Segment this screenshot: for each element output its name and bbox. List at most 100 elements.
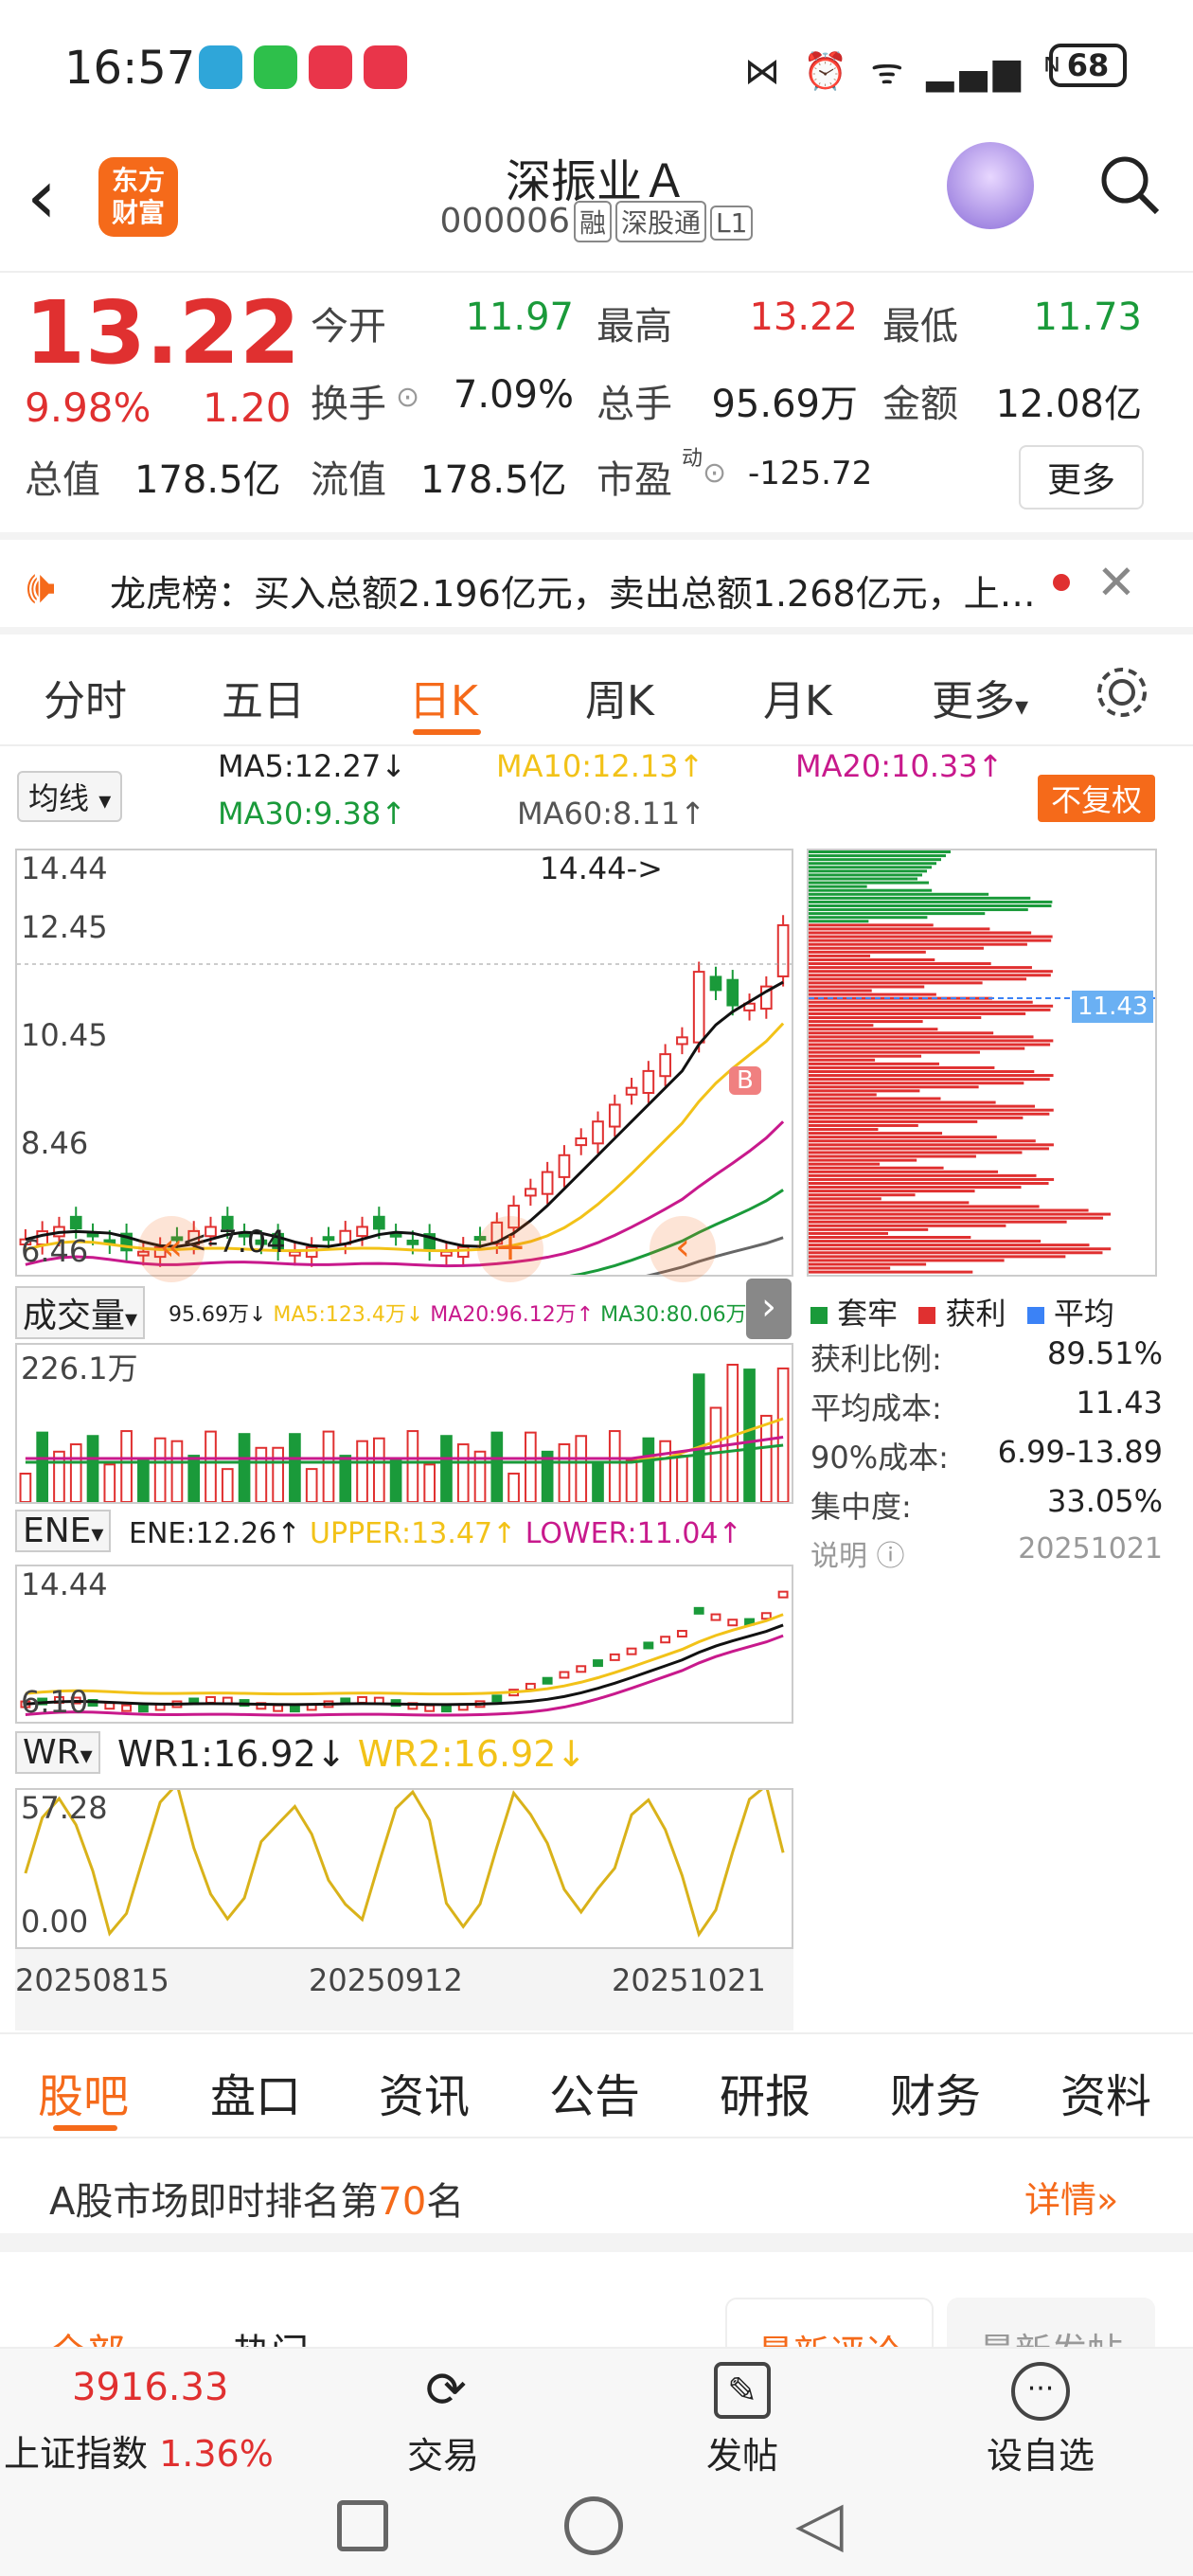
high-marker: 14.44-> bbox=[540, 850, 663, 886]
chip-bar bbox=[809, 1035, 1034, 1039]
settings-gear-icon[interactable] bbox=[1093, 663, 1151, 722]
candle-body bbox=[608, 1103, 621, 1128]
kline-chart[interactable]: 14.44 12.45 10.45 8.46 6.46 14.44-> <-7.… bbox=[15, 849, 793, 1302]
ma-selector[interactable]: 均线 ▾ bbox=[17, 771, 123, 822]
ene-candle bbox=[491, 1694, 503, 1703]
ene-candle bbox=[727, 1619, 739, 1627]
tab-intraday[interactable]: 分时 bbox=[44, 667, 127, 727]
post-button[interactable]: 发帖 bbox=[706, 2426, 778, 2478]
turnover-info-icon[interactable]: ⊙ bbox=[396, 381, 419, 414]
assistant-avatar[interactable] bbox=[947, 142, 1034, 229]
app-notify-icon bbox=[199, 45, 242, 89]
vol-ma20: MA20:96.12万↑ bbox=[430, 1303, 595, 1327]
tab-research[interactable]: 研报 bbox=[720, 2059, 810, 2125]
tab-more[interactable]: 更多▾ bbox=[932, 667, 1028, 727]
chip-bar bbox=[809, 970, 1053, 974]
more-button[interactable]: 更多 bbox=[1019, 445, 1145, 510]
tab-announcements[interactable]: 公告 bbox=[549, 2059, 640, 2125]
chip-bar bbox=[809, 1251, 1103, 1255]
sort-latest-comment[interactable]: 最新评论 bbox=[725, 2298, 934, 2349]
chip-distribution[interactable]: 11.43 bbox=[807, 849, 1157, 1277]
ma-selector-label: 均线 bbox=[28, 780, 90, 816]
stat-concentration-label: 集中度: bbox=[810, 1489, 912, 1525]
tab-orderbook[interactable]: 盘口 bbox=[210, 2059, 301, 2125]
home-icon[interactable] bbox=[564, 2496, 623, 2555]
tab-forum[interactable]: 股吧 bbox=[38, 2059, 129, 2125]
buy-signal-badge[interactable]: B bbox=[729, 1066, 761, 1095]
trade-button[interactable]: 交易 bbox=[407, 2426, 479, 2478]
tab-five-day[interactable]: 五日 bbox=[222, 667, 305, 727]
chip-bar bbox=[809, 1028, 938, 1031]
expand-arrow-icon[interactable]: › bbox=[746, 1279, 792, 1339]
volume-bar bbox=[238, 1433, 251, 1503]
ene-upper: UPPER:13.47↑ bbox=[310, 1517, 517, 1550]
subtab-hot[interactable]: 热门 bbox=[233, 2322, 309, 2349]
volume-selector-label: 成交量 bbox=[23, 1297, 126, 1335]
subtab-all[interactable]: 全部 bbox=[49, 2322, 125, 2349]
wr-chart[interactable]: 57.28 0.00 bbox=[15, 1780, 793, 1949]
ma20-text: MA20:10.33↑ bbox=[795, 748, 1004, 784]
ene-chart[interactable]: 14.44 6.10 bbox=[15, 1565, 793, 1724]
adjust-mode-button[interactable]: 不复权 bbox=[1038, 775, 1156, 822]
chip-bar bbox=[809, 1147, 1049, 1151]
rank-detail-link[interactable]: 详情» bbox=[1024, 2171, 1118, 2223]
profit-swatch bbox=[918, 1307, 936, 1324]
quote-label-1-0: 换手 bbox=[311, 383, 386, 426]
price-change: 1.20 bbox=[203, 385, 292, 431]
tab-profile[interactable]: 资料 bbox=[1060, 2059, 1151, 2125]
volume-bar bbox=[406, 1430, 419, 1503]
volume-chart[interactable]: 226.1万 bbox=[15, 1343, 793, 1504]
indicator-selector[interactable]: 成交量▾ bbox=[15, 1286, 146, 1339]
volume-bar bbox=[440, 1435, 453, 1503]
y-tick-2: 12.45 bbox=[21, 909, 108, 945]
close-icon[interactable]: ✕ bbox=[1096, 555, 1136, 610]
chip-bar bbox=[809, 1205, 1040, 1208]
chip-bar bbox=[809, 1104, 1036, 1108]
index-name: 上证指数 bbox=[4, 2433, 149, 2475]
volume-bar bbox=[170, 1440, 184, 1503]
stat-avg-cost-value: 11.43 bbox=[1076, 1385, 1163, 1421]
volume-y-top: 226.1万 bbox=[21, 1351, 138, 1386]
vol-ma5: MA5:123.4万↓ bbox=[273, 1303, 424, 1327]
y-tick-1: 14.44 bbox=[21, 850, 108, 886]
tab-daily-k[interactable]: 日K bbox=[409, 667, 478, 727]
chip-bar bbox=[809, 1065, 995, 1069]
tab-news[interactable]: 资讯 bbox=[379, 2059, 470, 2125]
caret-down-icon: ▾ bbox=[91, 1520, 104, 1548]
stat-explain[interactable]: 说明 ⓘ bbox=[810, 1532, 905, 1574]
wr-y-bottom: 0.00 bbox=[21, 1904, 89, 1940]
chip-bar bbox=[809, 1216, 1104, 1220]
tab-monthly-k[interactable]: 月K bbox=[763, 667, 832, 727]
prev-icon[interactable]: ‹ bbox=[650, 1216, 716, 1282]
edit-icon: ✎ bbox=[714, 2362, 771, 2419]
add-watchlist-button[interactable]: 设自选 bbox=[987, 2426, 1095, 2478]
info-icon[interactable]: ⊙ bbox=[703, 456, 726, 490]
chip-bar bbox=[809, 1000, 1033, 1004]
index-value[interactable]: 3916.33 bbox=[72, 2366, 228, 2409]
content-tabs: 股吧 盘口 资讯 公告 研报 财务 资料 bbox=[0, 2032, 1193, 2138]
wr-selector[interactable]: WR▾ bbox=[15, 1731, 100, 1774]
crosshair-icon[interactable]: + bbox=[477, 1216, 543, 1282]
tab-more-label: 更多 bbox=[932, 677, 1015, 725]
tab-financials[interactable]: 财务 bbox=[890, 2059, 981, 2125]
ene-candle bbox=[121, 1704, 133, 1712]
candle-body bbox=[726, 978, 739, 1007]
notice-bar[interactable]: 🕪 龙虎榜：买入总额2.196亿元，卖出总额1.268亿元，上… ✕ bbox=[0, 532, 1193, 635]
ma5-text: MA5:12.27↓ bbox=[218, 748, 407, 784]
index-row[interactable]: 上证指数 1.36% bbox=[4, 2424, 274, 2477]
back-nav-icon[interactable]: ◁ bbox=[795, 2487, 844, 2560]
rank-banner[interactable]: A股市场即时排名第70名 详情» bbox=[0, 2138, 1193, 2252]
quote-value-1-2: 12.08亿 bbox=[995, 383, 1142, 426]
total-cap-label: 总值 bbox=[25, 458, 100, 502]
recent-apps-icon[interactable] bbox=[337, 2500, 388, 2551]
ene-selector[interactable]: ENE▾ bbox=[15, 1510, 112, 1552]
ene-candle bbox=[289, 1705, 300, 1713]
tag-level: L1 bbox=[710, 206, 754, 241]
chip-bar bbox=[809, 1170, 999, 1173]
sort-latest-post[interactable]: 最新发帖 bbox=[947, 2298, 1155, 2349]
search-icon[interactable] bbox=[1096, 152, 1163, 218]
tab-weekly-k[interactable]: 周K bbox=[585, 667, 654, 727]
screen: 16:57 ⋈ ⏰ ᯤ ▂▄▆ ᴺ 68 ‹ 东方 财富 深振业Ａ 000006… bbox=[0, 0, 1193, 2576]
quote-label-1-1: 总手 bbox=[596, 383, 672, 426]
rewind-icon[interactable]: « bbox=[138, 1216, 205, 1282]
